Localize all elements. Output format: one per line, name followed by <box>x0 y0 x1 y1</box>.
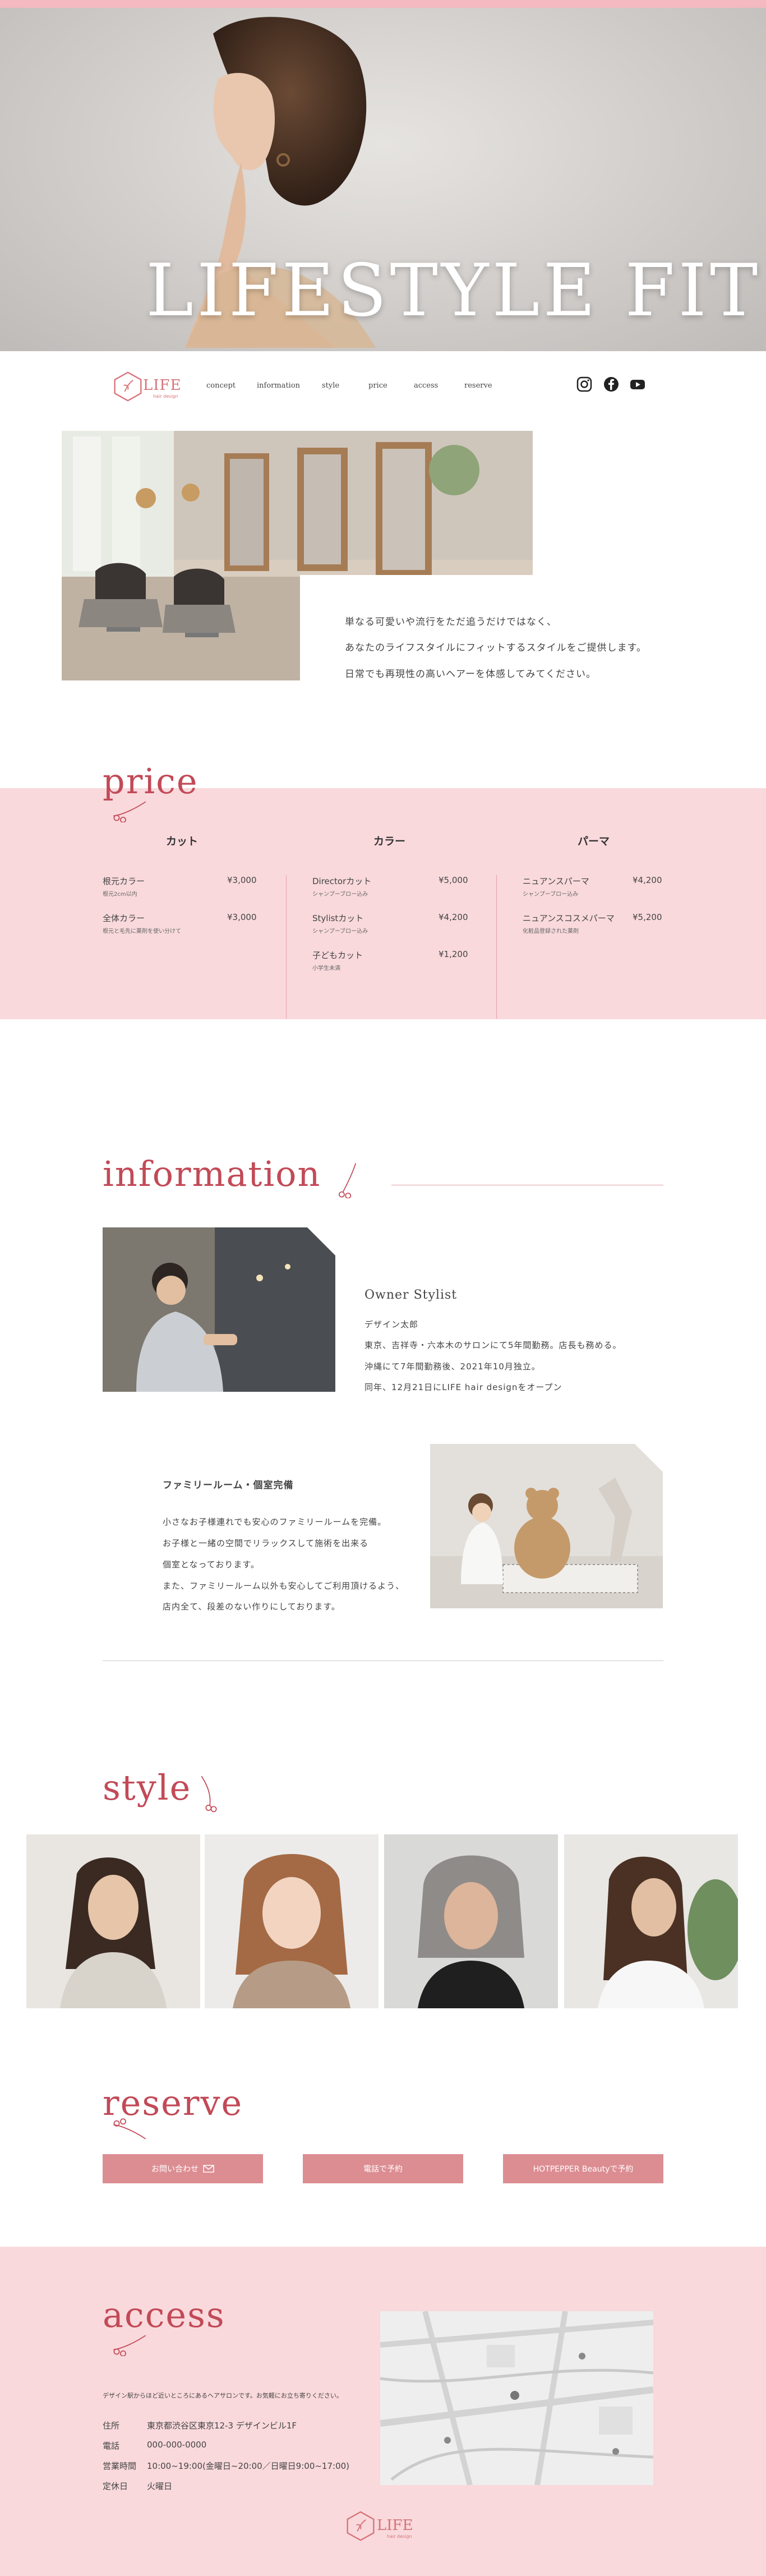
nav-link-reserve[interactable]: reserve <box>464 381 492 390</box>
price-item-price: ¥4,200 <box>439 912 468 922</box>
price-item-note: シャンプーブロー込み <box>312 928 368 935</box>
about-line: あなたのライフスタイルにフィットするスタイルをご提供します。 <box>345 642 647 654</box>
price-item-name: 子どもカット <box>312 950 363 960</box>
price-item-note: 小学生未満 <box>312 965 340 972</box>
family-room-photo <box>430 1444 663 1608</box>
price-item-name: ニュアンスコスメパーマ <box>523 913 615 923</box>
contact-button[interactable]: お問い合わせ <box>103 2154 263 2183</box>
style-title: style <box>103 1767 192 1808</box>
price-item-note: 化粧品登録された薬剤 <box>523 928 579 935</box>
logo-subtext: hair design <box>153 394 178 399</box>
access-value: 10:00~19:00(金曜日~20:00／日曜日9:00~17:00) <box>147 2461 350 2471</box>
price-item-name: Stylistカット <box>312 913 364 923</box>
access-value: 000-000-0000 <box>147 2440 207 2450</box>
style-photo-3[interactable] <box>384 1834 558 2008</box>
family-line: 小さなお子様連れでも安心のファミリールームを完備。 <box>163 1517 387 1527</box>
scissors-icon <box>339 1163 357 1198</box>
footer-logo-text: LIFE <box>377 2517 413 2534</box>
price-divider <box>496 875 497 1019</box>
stylist-line: 沖縄にて7年間勤務後、2021年10月独立。 <box>364 1361 541 1372</box>
logo-text[interactable]: LIFE <box>143 377 182 394</box>
price-item-note: 根元と毛先に薬剤を使い分けて <box>103 928 181 935</box>
scissors-icon <box>113 801 146 822</box>
style-photo-1[interactable] <box>26 1834 200 2008</box>
price-item-name: Directorカット <box>312 876 372 886</box>
footer-logo-hexagon-icon[interactable] <box>345 2510 376 2542</box>
logo-hexagon-icon[interactable] <box>112 371 144 402</box>
access-label: 定休日 <box>103 2481 128 2491</box>
price-column-color: カラー <box>373 835 406 848</box>
price-title: price <box>103 761 199 802</box>
top-strip <box>0 0 766 8</box>
scissors-icon <box>113 2335 146 2356</box>
price-item-price: ¥4,200 <box>633 875 662 885</box>
stylist-line: 東京、吉祥寺・六本木のサロンにて5年間勤務。店長も務める。 <box>364 1340 622 1350</box>
contact-button-label: お問い合わせ <box>151 2165 199 2174</box>
nav-link-style[interactable]: style <box>322 381 339 390</box>
access-map[interactable] <box>380 2311 653 2485</box>
mail-icon <box>203 2165 214 2173</box>
scissors-icon <box>201 1775 217 1813</box>
family-line: お子様と一緒の空間でリラックスして施術を出来る <box>163 1538 369 1548</box>
phone-reserve-button[interactable]: 電話で予約 <box>303 2154 463 2183</box>
family-heading: ファミリールーム・個室完備 <box>163 1480 294 1491</box>
information-title: information <box>103 1153 321 1194</box>
access-label: 電話 <box>103 2441 120 2451</box>
hero-banner: LIFESTYLE FIT <box>0 8 766 351</box>
price-item-price: ¥5,000 <box>439 875 468 885</box>
nav-link-price[interactable]: price <box>368 381 387 390</box>
price-item-name: 全体カラー <box>103 913 145 923</box>
reserve-title: reserve <box>103 2082 243 2123</box>
owner-stylist-photo <box>103 1227 335 1392</box>
nav-link-information[interactable]: information <box>257 381 300 390</box>
access-value: 東京都渋谷区東京12-3 デザインビル1F <box>147 2421 297 2431</box>
price-section <box>0 788 766 1019</box>
price-column-perm: パーマ <box>578 835 610 848</box>
price-item-name: ニュアンスパーマ <box>523 876 589 886</box>
nav-link-concept[interactable]: concept <box>206 381 236 390</box>
about-line: 日常でも再現性の高いヘアーを体感してみてください。 <box>345 669 596 680</box>
price-item-price: ¥3,000 <box>227 875 257 885</box>
price-column-cut: カット <box>166 835 199 848</box>
hero-title: LIFESTYLE FIT <box>146 249 762 333</box>
access-title: access <box>103 2294 225 2335</box>
access-label: 営業時間 <box>103 2461 137 2471</box>
style-photo-2[interactable] <box>205 1834 379 2008</box>
price-item-price: ¥3,000 <box>227 912 257 922</box>
footer-logo-subtext: hair design <box>387 2534 412 2539</box>
price-item-note: シャンプーブロー込み <box>312 891 368 898</box>
price-item-note: シャンプーブロー込み <box>523 891 579 898</box>
access-label: 住所 <box>103 2421 120 2431</box>
facebook-icon[interactable] <box>603 376 620 393</box>
family-line: 店内全て、段差のない作りにしております。 <box>163 1602 340 1612</box>
access-value: 火曜日 <box>147 2481 173 2491</box>
about-line: 単なる可愛いや流行をただ追うだけではなく、 <box>345 617 557 628</box>
stylist-line: デザイン太郎 <box>364 1319 419 1330</box>
price-divider <box>286 875 287 1019</box>
price-item-price: ¥5,200 <box>633 912 662 922</box>
price-item-note: 根元2cm以内 <box>103 891 137 898</box>
family-line: また、ファミリールーム以外も安心してご利用頂けるよう、 <box>163 1581 405 1591</box>
scissors-icon <box>113 2118 146 2140</box>
price-item-name: 根元カラー <box>103 876 145 886</box>
information-bottom-divider <box>103 1660 663 1661</box>
style-photo-4[interactable] <box>564 1834 738 2008</box>
hotpepper-reserve-button[interactable]: HOTPEPPER Beautyで予約 <box>503 2154 663 2183</box>
stylist-line: 同年、12月21日にLIFE hair designをオープン <box>364 1382 562 1392</box>
access-intro: デザイン駅からほど近いところにあるヘアサロンです。お気軽にお立ち寄りください。 <box>103 2392 343 2399</box>
youtube-icon[interactable] <box>629 376 646 393</box>
family-line: 個室となっております。 <box>163 1560 260 1570</box>
instagram-icon[interactable] <box>576 376 593 393</box>
price-item-price: ¥1,200 <box>439 949 468 959</box>
stylist-heading: Owner Stylist <box>364 1288 458 1302</box>
nav-link-access[interactable]: access <box>414 381 438 390</box>
